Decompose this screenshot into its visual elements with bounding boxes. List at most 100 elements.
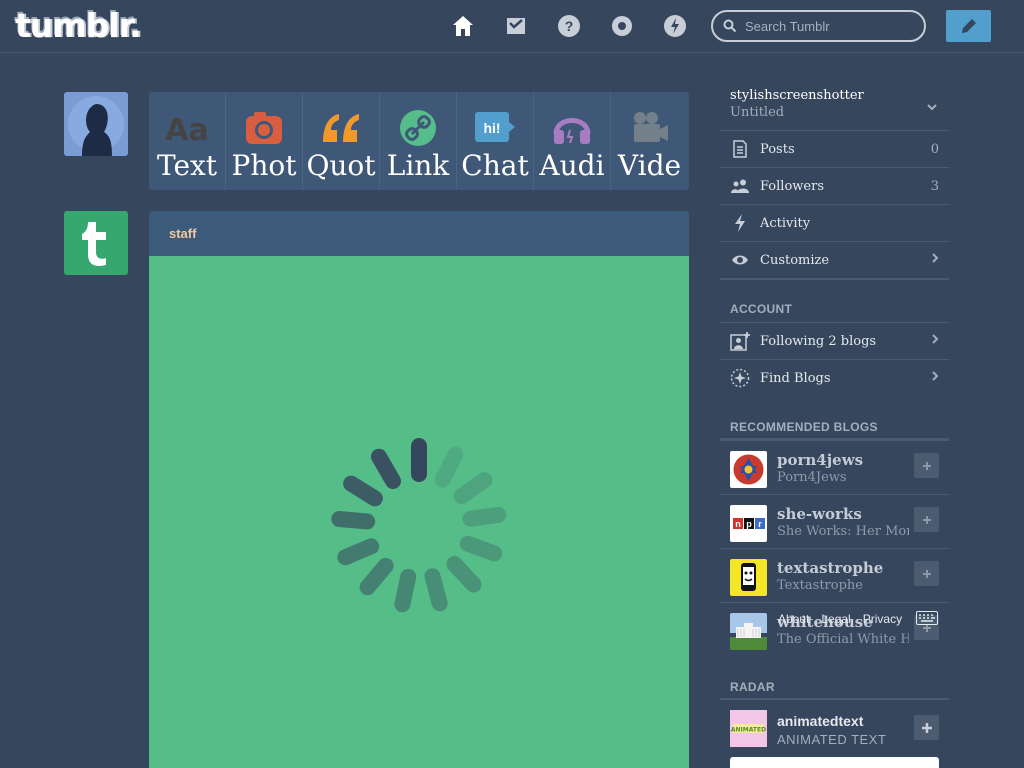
headphones-icon bbox=[552, 108, 592, 148]
post-type-photo[interactable]: Phot bbox=[226, 92, 303, 190]
lightning-icon bbox=[730, 214, 750, 232]
follow-button[interactable] bbox=[914, 453, 939, 478]
post-type-label: Vide bbox=[617, 150, 682, 182]
radar-post-card[interactable] bbox=[730, 757, 939, 768]
tumblr-logo[interactable]: tumblr. bbox=[15, 8, 142, 44]
svg-text:hi!: hi! bbox=[483, 120, 500, 136]
account-section-title: ACCOUNT bbox=[730, 302, 793, 316]
sidebar-item-label: Activity bbox=[760, 215, 811, 231]
blog-name: porn4jews bbox=[777, 451, 864, 469]
post-author[interactable]: staff bbox=[169, 226, 196, 241]
eye-icon bbox=[730, 254, 750, 266]
top-header: tumblr. ? bbox=[0, 0, 1024, 53]
chat-icon: hi! bbox=[473, 108, 517, 148]
post-type-video[interactable]: Vide bbox=[611, 92, 688, 190]
camera-icon bbox=[244, 108, 284, 148]
search-input[interactable] bbox=[745, 18, 915, 34]
compass-icon bbox=[730, 368, 750, 388]
text-icon: Aa bbox=[165, 108, 209, 148]
video-camera-icon bbox=[630, 108, 670, 148]
svg-text:r: r bbox=[758, 519, 762, 529]
add-user-icon bbox=[730, 331, 750, 351]
blog-avatar bbox=[730, 451, 767, 488]
chevron-right-icon bbox=[931, 251, 939, 269]
blog-description: Textastrophe bbox=[777, 578, 863, 593]
post-type-label: Audi bbox=[539, 150, 605, 182]
blog-avatar: ANIMATED bbox=[730, 710, 767, 747]
chevron-right-icon bbox=[931, 332, 939, 350]
follow-button[interactable] bbox=[914, 507, 939, 532]
chevron-down-icon[interactable] bbox=[926, 100, 938, 118]
blog-subtitle: Untitled bbox=[730, 105, 785, 120]
user-avatar[interactable] bbox=[64, 92, 128, 156]
follow-button[interactable] bbox=[914, 715, 939, 740]
sidebar-item-label: Posts bbox=[760, 141, 795, 157]
post-type-chat[interactable]: hi! Chat bbox=[457, 92, 534, 190]
post-type-label: Quot bbox=[306, 150, 376, 182]
privacy-link[interactable]: Privacy bbox=[863, 612, 902, 626]
posts-icon bbox=[730, 140, 750, 158]
compose-button[interactable] bbox=[946, 10, 991, 42]
link-icon bbox=[398, 108, 438, 148]
sidebar-item-customize[interactable]: Customize bbox=[720, 241, 949, 278]
about-link[interactable]: About bbox=[778, 612, 809, 626]
pencil-icon bbox=[961, 19, 976, 33]
search-icon bbox=[723, 19, 737, 33]
svg-text:?: ? bbox=[565, 18, 574, 34]
sidebar-item-find-blogs[interactable]: Find Blogs bbox=[720, 359, 949, 396]
sidebar-item-posts[interactable]: Posts 0 bbox=[720, 130, 949, 167]
keyboard-icon[interactable] bbox=[916, 611, 938, 630]
quote-icon bbox=[319, 108, 363, 148]
search-box[interactable] bbox=[711, 10, 926, 42]
tumblr-t-icon bbox=[82, 222, 106, 266]
post-type-quote[interactable]: Quot bbox=[303, 92, 380, 190]
staff-post: staff bbox=[149, 211, 689, 768]
sidebar-item-following[interactable]: Following 2 blogs bbox=[720, 322, 949, 359]
blog-selector[interactable]: stylishscreenshotter Untitled bbox=[730, 88, 864, 120]
home-icon[interactable] bbox=[450, 13, 476, 39]
blog-description: ANIMATED TEXT bbox=[777, 732, 887, 747]
sidebar-item-activity[interactable]: Activity bbox=[720, 204, 949, 241]
svg-text:p: p bbox=[746, 519, 752, 529]
recommended-blog-item[interactable]: whitehouse The Official White House bbox=[720, 602, 949, 656]
chevron-right-icon bbox=[931, 369, 939, 387]
blog-description: She Works: Her Money bbox=[777, 524, 909, 539]
footer-links: About Legal Privacy bbox=[778, 612, 914, 626]
svg-text:n: n bbox=[735, 519, 741, 529]
blog-name: stylishscreenshotter bbox=[730, 88, 864, 103]
recommended-blog-item[interactable]: textastrophe Textastrophe bbox=[720, 548, 949, 602]
post-type-link[interactable]: Link bbox=[380, 92, 457, 190]
blog-description: The Official White House bbox=[777, 632, 909, 647]
help-icon[interactable]: ? bbox=[556, 13, 582, 39]
activity-icon[interactable] bbox=[662, 13, 688, 39]
staff-avatar[interactable] bbox=[64, 211, 128, 275]
svg-text:Aa: Aa bbox=[165, 113, 208, 146]
svg-text:ANIMATED: ANIMATED bbox=[731, 727, 766, 734]
followers-count: 3 bbox=[930, 178, 939, 194]
post-body bbox=[149, 256, 689, 768]
settings-icon[interactable] bbox=[609, 13, 635, 39]
post-type-text[interactable]: Aa Text bbox=[149, 92, 226, 190]
divider bbox=[720, 278, 949, 280]
radar-blog-item[interactable]: ANIMATED animatedtext ANIMATED TEXT bbox=[720, 707, 949, 755]
post-type-label: Text bbox=[156, 150, 218, 182]
radar-section-title: RADAR bbox=[730, 680, 775, 694]
blog-name: she-works bbox=[777, 505, 862, 523]
post-type-bar: Aa Text Phot Quot Link hi! Chat Audi Vid… bbox=[149, 92, 689, 190]
post-header: staff bbox=[149, 211, 689, 256]
legal-link[interactable]: Legal bbox=[821, 612, 850, 626]
recommended-blog-item[interactable]: npr she-works She Works: Her Money bbox=[720, 494, 949, 548]
sidebar-item-label: Find Blogs bbox=[760, 370, 831, 386]
follow-button[interactable] bbox=[914, 561, 939, 586]
blog-name: animatedtext bbox=[777, 713, 864, 729]
post-type-audio[interactable]: Audi bbox=[534, 92, 611, 190]
inbox-icon[interactable] bbox=[503, 13, 529, 39]
blog-avatar bbox=[730, 559, 767, 596]
divider bbox=[720, 698, 949, 700]
posts-count: 0 bbox=[930, 141, 939, 157]
post-type-label: Chat bbox=[461, 150, 529, 182]
recommended-blog-item[interactable]: porn4jews Porn4Jews bbox=[720, 440, 949, 494]
followers-icon bbox=[730, 179, 750, 193]
sidebar-item-followers[interactable]: Followers 3 bbox=[720, 167, 949, 204]
sidebar-item-label: Following 2 blogs bbox=[760, 333, 877, 349]
